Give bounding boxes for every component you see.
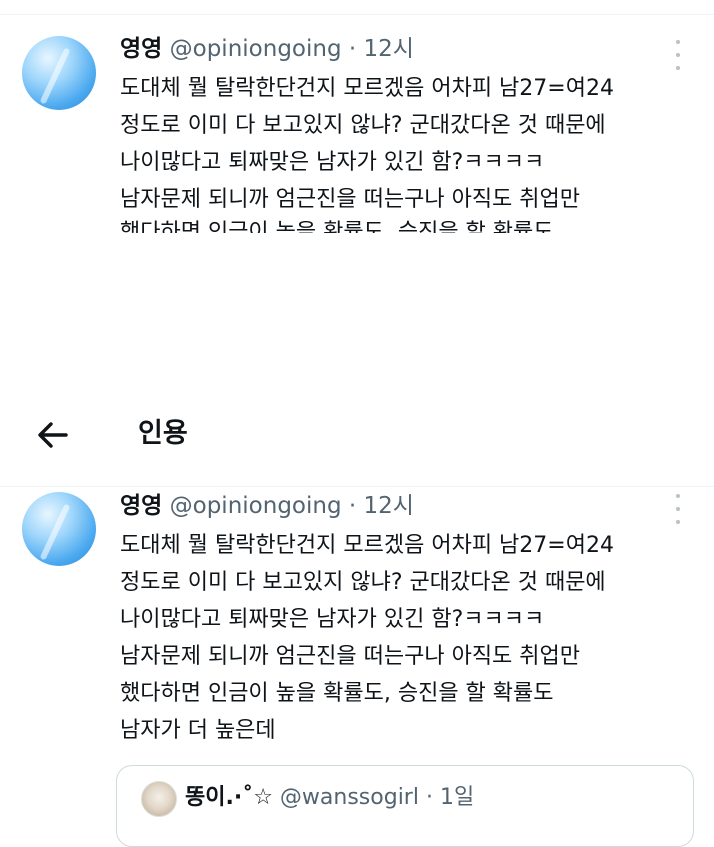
display-name[interactable]: 영영	[120, 36, 162, 62]
user-handle[interactable]: @opiniongoing	[170, 36, 342, 62]
timestamp[interactable]: 12시	[364, 36, 414, 62]
separator-dot: ·	[348, 36, 357, 62]
quoted-display-name[interactable]: 똥이.·˚☆	[185, 785, 273, 810]
tweet-line: 나이많다고 퇴짜맞은 남자가 있긴 함?ㅋㅋㅋㅋ	[120, 607, 545, 632]
tweet-line: 남자문제 되니까 엄근진을 떠는구나 아직도 취업만	[120, 187, 581, 212]
tweet-line: 정도로 이미 다 보고있지 않냐? 군대갔다온 것 때문에	[120, 113, 606, 138]
quoted-timestamp[interactable]: 1일	[440, 785, 474, 810]
tweet-line: 했다하면 인금이 높을 확률도, 승진을 할 확률도	[120, 220, 554, 233]
more-options-icon[interactable]	[668, 494, 688, 524]
avatar[interactable]	[22, 492, 96, 566]
tweet-line: 나이많다고 퇴짜맞은 남자가 있긴 함?ㅋㅋㅋㅋ	[120, 150, 545, 175]
tweet-line: 도대체 뭘 탈락한단건지 모르겠음 어차피 남27=여24	[120, 533, 614, 558]
more-options-icon[interactable]	[668, 40, 688, 70]
tweet-line: 도대체 뭘 탈락한단건지 모르겠음 어차피 남27=여24	[120, 76, 614, 101]
separator-dot: ·	[348, 493, 357, 519]
timestamp[interactable]: 12시	[364, 493, 414, 519]
back-arrow-icon[interactable]	[36, 420, 70, 450]
truncated-line: 했다하면 인금이 높을 확률도, 승진을 할 확률도	[120, 220, 710, 233]
tweet-line: 남자가 더 높은데	[120, 718, 276, 743]
avatar[interactable]	[22, 36, 96, 110]
tweet-text: 도대체 뭘 탈락한단건지 모르겠음 어차피 남27=여24 정도로 이미 다 보…	[120, 70, 700, 218]
user-handle[interactable]: @opiniongoing	[170, 493, 342, 519]
tweet-header: 영영 @opiniongoing · 12시	[120, 489, 414, 523]
quoted-tweet-card[interactable]: 똥이.·˚☆ @wanssogirl · 1일	[116, 765, 694, 847]
top-divider	[0, 14, 714, 15]
page-title: 인용	[138, 418, 188, 449]
separator-dot: ·	[425, 785, 433, 810]
tweet-text: 도대체 뭘 탈락한단건지 모르겠음 어차피 남27=여24 정도로 이미 다 보…	[120, 527, 700, 749]
quoted-header: 똥이.·˚☆ @wanssogirl · 1일	[185, 782, 474, 814]
quoted-avatar[interactable]	[141, 781, 177, 817]
tweet-line: 남자문제 되니까 엄근진을 떠는구나 아직도 취업만	[120, 644, 581, 669]
tweet-line: 정도로 이미 다 보고있지 않냐? 군대갔다온 것 때문에	[120, 570, 606, 595]
tweet-line: 했다하면 인금이 높을 확률도, 승진을 할 확률도	[120, 681, 554, 706]
tweet-header: 영영 @opiniongoing · 12시	[120, 32, 414, 66]
divider	[0, 486, 714, 487]
quoted-handle[interactable]: @wanssogirl	[280, 785, 419, 810]
quote-header: 인용	[0, 400, 714, 470]
display-name[interactable]: 영영	[120, 493, 162, 519]
